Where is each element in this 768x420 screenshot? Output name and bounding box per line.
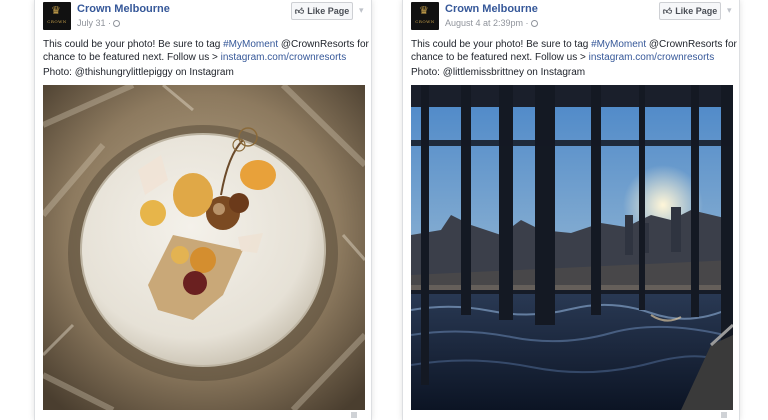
- hashtag-link[interactable]: #MyMoment: [591, 39, 646, 50]
- post-message: This could be your photo! Be sure to tag…: [43, 38, 372, 64]
- globe-icon: [113, 20, 121, 27]
- like-page-label: Like Page: [307, 6, 350, 16]
- message-text: @CrownResorts for a: [646, 39, 740, 50]
- avatar-logo-text: CROWN: [47, 19, 67, 24]
- post-header: ♛ CROWN Crown Melbourne July 31 · 👍︎ Like…: [43, 2, 365, 32]
- instagram-link[interactable]: instagram.com/crownresorts: [589, 52, 715, 63]
- avatar-logo-text: CROWN: [415, 19, 435, 24]
- scroll-marker: [351, 412, 357, 418]
- photo-credit: Photo: @thishungrylittlepiggy on Instagr…: [43, 67, 234, 78]
- post-header: ♛ CROWN Crown Melbourne August 4 at 2:39…: [411, 2, 733, 32]
- photo-credit: Photo: @littlemissbrittney on Instagram: [411, 67, 586, 78]
- infinity-pool-sunset-photo[interactable]: [411, 85, 733, 410]
- crown-icon: ♛: [51, 4, 61, 17]
- facebook-post-2: ♛ CROWN Crown Melbourne August 4 at 2:39…: [402, 0, 740, 420]
- plated-dessert-photo[interactable]: [43, 85, 365, 410]
- hashtag-link[interactable]: #MyMoment: [223, 39, 278, 50]
- page-name-link[interactable]: Crown Melbourne: [77, 3, 170, 15]
- globe-icon: [530, 20, 538, 27]
- like-page-button[interactable]: 👍︎ Like Page: [291, 2, 353, 20]
- scroll-marker: [721, 412, 727, 418]
- post-options-chevron-icon[interactable]: ▾: [727, 5, 732, 16]
- post-timestamp[interactable]: July 31 ·: [77, 18, 121, 28]
- message-text: chance to be featured next. Follow us >: [43, 52, 221, 63]
- post-options-chevron-icon[interactable]: ▾: [359, 5, 364, 16]
- message-text: This could be your photo! Be sure to tag: [411, 39, 592, 50]
- thumbs-up-icon: 👍︎: [662, 6, 673, 16]
- like-page-label: Like Page: [675, 6, 718, 16]
- instagram-link[interactable]: instagram.com/crownresorts: [221, 52, 347, 63]
- page-name-link[interactable]: Crown Melbourne: [445, 3, 538, 15]
- crown-logo-avatar[interactable]: ♛ CROWN: [43, 2, 71, 30]
- crown-icon: ♛: [419, 4, 429, 17]
- thumbs-up-icon: 👍︎: [294, 6, 305, 16]
- like-page-button[interactable]: 👍︎ Like Page: [659, 2, 721, 20]
- message-text: This could be your photo! Be sure to tag: [43, 39, 224, 50]
- post-message: This could be your photo! Be sure to tag…: [411, 38, 740, 64]
- message-text: chance to be featured next. Follow us >: [411, 52, 589, 63]
- message-text: @CrownResorts for a: [278, 39, 372, 50]
- crown-logo-avatar[interactable]: ♛ CROWN: [411, 2, 439, 30]
- facebook-post-1: ♛ CROWN Crown Melbourne July 31 · 👍︎ Like…: [34, 0, 372, 420]
- post-date-text: August 4 at 2:39pm ·: [445, 18, 529, 28]
- post-date-text: July 31 ·: [77, 18, 112, 28]
- post-timestamp[interactable]: August 4 at 2:39pm ·: [445, 18, 538, 28]
- page-canvas: ♛ CROWN Crown Melbourne July 31 · 👍︎ Like…: [0, 0, 768, 420]
